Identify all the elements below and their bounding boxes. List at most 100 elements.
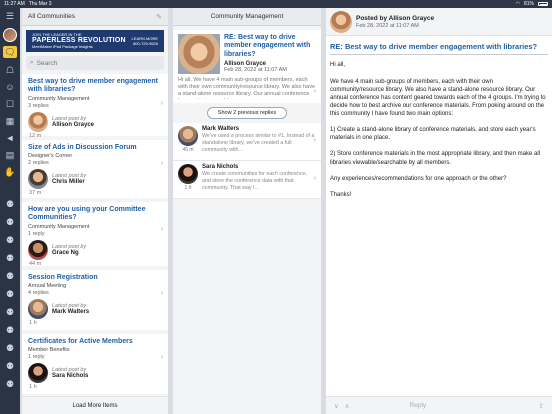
thread-replies: 1 reply: [28, 230, 45, 237]
group-icon[interactable]: ☖: [3, 64, 17, 76]
team-icon-9[interactable]: ⚉: [3, 342, 17, 354]
chevron-right-icon: ›: [313, 88, 316, 95]
post-body: Hi all, We have 4 main sub-groups of mem…: [330, 62, 546, 198]
battery-percent: 81%: [523, 1, 534, 7]
reply-time: 45 m: [182, 147, 194, 153]
thread-category: Community Management: [28, 95, 90, 102]
thread-author: Mark Walters: [52, 309, 90, 316]
team-icon-3[interactable]: ⚉: [3, 234, 17, 246]
team-icon-10[interactable]: ⚉: [3, 360, 17, 372]
thread-author: Allison Grayce: [52, 121, 95, 128]
thread-replies: 4 replies: [28, 290, 49, 297]
thread-item[interactable]: How are you using your Committee Communi…: [22, 202, 168, 267]
share-icon[interactable]: ⇪: [539, 402, 544, 410]
wifi-icon: ◠: [515, 1, 520, 7]
main-post-card[interactable]: RE: Best way to drive member engagement …: [173, 30, 321, 103]
thread-time: 37 m: [29, 190, 42, 197]
battery-icon: [538, 2, 548, 6]
show-previous-replies-button[interactable]: Show 2 previous replies: [206, 107, 288, 119]
search-icon: ⌕: [30, 59, 34, 66]
reply-excerpt: We've used a process similar to #1. Inst…: [202, 133, 315, 153]
thread-pane-header: Community Management: [173, 8, 321, 26]
banner-phone: 800-729-9626: [133, 41, 158, 46]
book-icon[interactable]: ▤: [3, 149, 17, 161]
calendar-icon[interactable]: ▦: [3, 115, 17, 127]
avatar: [28, 299, 48, 320]
thread-author: Chris Miller: [52, 179, 85, 186]
thread-item[interactable]: Best way to drive member engagement with…: [22, 74, 168, 139]
search-input[interactable]: [36, 59, 147, 67]
thread-category: Annual Meeting: [28, 283, 67, 290]
main-post-title: RE: Best way to drive member engagement …: [224, 34, 311, 58]
team-icon-1[interactable]: ⚉: [3, 198, 17, 210]
chevron-right-icon: ›: [313, 175, 316, 182]
post-footer: ∨ ∧ Reply ⇪: [326, 396, 552, 414]
thread-item[interactable]: Certificates for Active Members Member B…: [22, 334, 168, 394]
reply-item[interactable]: 1 h Sara Nichols We create communities f…: [173, 161, 321, 199]
team-icon-7[interactable]: ⚉: [3, 306, 17, 318]
chevron-right-icon: ›: [160, 100, 163, 107]
avatar: [28, 363, 48, 384]
people-icon[interactable]: ☺: [3, 81, 17, 93]
reply-excerpt: We create communities for each conferenc…: [202, 171, 308, 191]
thread-author: Grace Ng: [52, 249, 79, 256]
status-time: 11:27 AM: [4, 1, 25, 7]
chevron-up-icon[interactable]: ∧: [345, 402, 350, 410]
team-icon-8[interactable]: ⚉: [3, 324, 17, 336]
reply-button[interactable]: Reply: [410, 402, 427, 409]
avatar: [178, 126, 198, 146]
post-header: Posted by Allison Grayce Feb 28, 2022 at…: [326, 8, 552, 36]
communities-header: All Communities ✎: [22, 8, 168, 26]
avatar: [178, 164, 198, 184]
reply-author: Mark Walters: [202, 126, 240, 132]
thread-replies: 1 reply: [28, 354, 45, 361]
team-icon-2[interactable]: ⚉: [3, 216, 17, 228]
chevron-right-icon: ›: [160, 160, 163, 167]
chat-icon[interactable]: 🗨: [3, 46, 17, 58]
avatar: [28, 239, 48, 260]
reply-item[interactable]: 45 m Mark Walters We've used a process s…: [173, 123, 321, 161]
compose-icon[interactable]: ✎: [156, 13, 162, 21]
ad-banner[interactable]: JOIN THE LEADER IN THE PAPERLESS REVOLUT…: [26, 30, 164, 52]
user-avatar[interactable]: [3, 28, 17, 42]
inbox-icon[interactable]: ☐: [3, 98, 17, 110]
thread-author: Sara Nichols: [52, 373, 89, 380]
side-rail: ☰ 🗨 ☖ ☺ ☐ ▦ ◄ ▤ ✋ ⚉ ⚉ ⚉ ⚉ ⚉ ⚉ ⚉ ⚉ ⚉ ⚉ ⚉: [0, 8, 20, 414]
chevron-right-icon: ›: [160, 226, 163, 233]
post-detail-pane: Posted by Allison Grayce Feb 28, 2022 at…: [326, 8, 552, 414]
posted-by: Posted by Allison Grayce: [356, 14, 435, 22]
thread-item[interactable]: Size of Ads in Discussion Forum Designer…: [22, 140, 168, 198]
main-post-excerpt: Hi all, We have 4 main sub-groups of mem…: [178, 77, 316, 99]
search-bar[interactable]: ⌕: [26, 56, 164, 70]
megaphone-icon[interactable]: ◄: [3, 132, 17, 144]
menu-icon[interactable]: ☰: [3, 10, 17, 22]
avatar: [28, 169, 48, 190]
main-post-date: Feb 28, 2022 at 11:07 AM: [224, 67, 287, 74]
team-icon-5[interactable]: ⚉: [3, 270, 17, 282]
team-icon-6[interactable]: ⚉: [3, 288, 17, 300]
thread-pane: Community Management RE: Best way to dri…: [173, 8, 321, 414]
divider: [330, 54, 548, 56]
communities-pane: All Communities ✎ JOIN THE LEADER IN THE…: [22, 8, 168, 414]
team-icon-11[interactable]: ⚉: [3, 378, 17, 390]
communities-title: All Communities: [28, 13, 75, 20]
load-more-button[interactable]: Load More Items: [22, 396, 168, 414]
chevron-down-icon[interactable]: ∨: [334, 402, 339, 410]
team-icon-4[interactable]: ⚉: [3, 252, 17, 264]
hand-icon[interactable]: ✋: [3, 166, 17, 178]
latest-post-label: Latest post by: [52, 243, 87, 250]
reply-time: 1 h: [184, 185, 192, 191]
thread-time: 12 m: [29, 132, 42, 139]
thread-title: Size of Ads in Discussion Forum: [28, 144, 137, 151]
status-date: Thu Mar 3: [28, 1, 52, 7]
thread-title: How are you using your Committee Communi…: [28, 206, 146, 222]
thread-replies: 2 replies: [28, 160, 49, 167]
thread-pane-title: Community Management: [210, 13, 284, 20]
status-bar: 11:27 AM Thu Mar 3 ◠ 81%: [0, 0, 552, 8]
thread-item[interactable]: Session Registration Annual Meeting 4 re…: [22, 270, 168, 330]
thread-category: Designer's Corner: [28, 153, 73, 160]
thread-replies: 3 replies: [28, 102, 49, 109]
author-photo: [178, 34, 220, 74]
avatar: [330, 10, 352, 33]
post-title: RE: Best way to drive member engagement …: [330, 42, 538, 51]
